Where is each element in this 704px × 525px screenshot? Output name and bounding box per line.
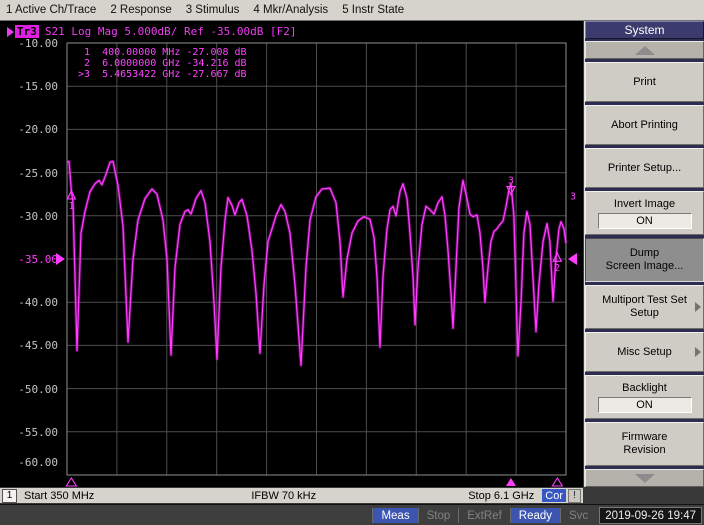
datetime-display: 2019-09-26 19:47 xyxy=(599,507,702,524)
marker-3-label: 3 xyxy=(508,176,514,187)
ref-level-right-arrow-icon xyxy=(568,253,577,265)
y-axis-tick-label: -50.00 xyxy=(10,383,58,396)
softkey-dump-screen-image[interactable]: DumpScreen Image... xyxy=(585,238,704,282)
y-axis-tick-label: -45.00 xyxy=(10,339,58,352)
menu-item-1-active-ch-trace[interactable]: 1 Active Ch/Trace xyxy=(6,4,96,16)
status-stop: Stop xyxy=(418,508,459,523)
softkey-sidebar: System Print Abort Printing Printer Setup.… xyxy=(584,21,704,487)
y-axis-tick-label: -35.00 xyxy=(10,253,58,266)
channel-status-bar: 1 Start 350 MHz IFBW 70 kHz Stop 6.1 GHz… xyxy=(0,488,583,503)
y-axis-tick-label: -20.00 xyxy=(10,123,58,136)
softkey-label: Misc Setup xyxy=(617,346,671,359)
y-axis-tick-label: -25.00 xyxy=(10,167,58,180)
status-extref: ExtRef xyxy=(458,508,510,523)
marker-1-stimulus-icon xyxy=(66,478,76,486)
softkey-toggle-state: ON xyxy=(598,397,692,413)
vna-screen: 1 Active Ch/Trace 2 Response 3 Stimulus 4 M… xyxy=(0,0,704,525)
marker-readout-table: 1 400.00000 MHz -27.008 dB 2 6.0000000 G… xyxy=(78,47,247,80)
status-meas: Meas xyxy=(372,508,417,523)
marker-2-stimulus-icon xyxy=(552,478,562,486)
softkey-label: Multiport Test Set xyxy=(602,294,687,307)
correction-status-badge: Cor xyxy=(542,489,566,502)
marker-readout-row: >3 5.4653422 GHz -27.667 dB xyxy=(78,69,247,80)
menu-item-4-mkr-analysis[interactable]: 4 Mkr/Analysis xyxy=(253,4,328,16)
menu-item-5-instr-state[interactable]: 5 Instr State xyxy=(342,4,404,16)
softkey-invert-image[interactable]: Invert Image ON xyxy=(585,191,704,235)
softkey-label: Printer Setup... xyxy=(608,162,681,175)
menu-item-3-stimulus[interactable]: 3 Stimulus xyxy=(186,4,240,16)
softkey-multiport-test-set-setup[interactable]: Multiport Test SetSetup xyxy=(585,285,704,329)
marker-3-level-indicator: 3 xyxy=(570,192,576,203)
y-axis-tick-label: -55.00 xyxy=(10,426,58,439)
y-axis-tick-label: -60.00 xyxy=(10,456,58,469)
lcd-display: 1233 Tr3 S21 Log Mag 5.000dB/ Ref -35.00… xyxy=(0,21,583,487)
softkey-misc-setup[interactable]: Misc Setup xyxy=(585,332,704,372)
marker-readout-row: 1 400.00000 MHz -27.008 dB xyxy=(78,47,247,58)
status-ready: Ready xyxy=(510,508,560,523)
softkey-label: Abort Printing xyxy=(611,119,678,132)
softkey-scroll-up-button[interactable] xyxy=(585,41,704,59)
active-trace-arrow-icon xyxy=(7,27,14,37)
softkey-label: Print xyxy=(633,76,656,89)
plot-svg: 1 2 3 3 xyxy=(0,21,583,487)
submenu-arrow-icon xyxy=(695,302,701,312)
stop-frequency-label: Stop 6.1 GHz xyxy=(468,490,534,502)
softkey-backlight[interactable]: Backlight ON xyxy=(585,375,704,419)
up-arrow-icon xyxy=(635,46,655,55)
softkey-scroll-down-button[interactable] xyxy=(585,469,704,487)
softkey-label: Screen Image... xyxy=(606,260,684,273)
down-arrow-icon xyxy=(635,474,655,483)
softkey-label: Backlight xyxy=(622,382,667,395)
top-menu-bar: 1 Active Ch/Trace 2 Response 3 Stimulus 4 M… xyxy=(0,0,704,21)
ifbw-label: IFBW 70 kHz xyxy=(251,490,316,502)
y-axis-tick-label: -15.00 xyxy=(10,80,58,93)
trace-descriptor: S21 Log Mag 5.000dB/ Ref -35.00dB [F2] xyxy=(45,25,297,38)
softkey-list: Print Abort Printing Printer Setup... Inver… xyxy=(585,62,704,469)
softkey-label: Invert Image xyxy=(614,198,675,211)
marker-3-stimulus-icon xyxy=(506,478,516,486)
softkey-abort-printing[interactable]: Abort Printing xyxy=(585,105,704,145)
menu-item-2-response[interactable]: 2 Response xyxy=(110,4,171,16)
instrument-status-bar: MeasStopExtRefReadySvc2019-09-26 19:47 xyxy=(0,504,704,525)
softkey-label: Revision xyxy=(623,444,665,457)
y-axis-tick-label: -40.00 xyxy=(10,296,58,309)
softkey-print[interactable]: Print xyxy=(585,62,704,102)
softkey-printer-setup[interactable]: Printer Setup... xyxy=(585,148,704,188)
status-svc: Svc xyxy=(560,508,596,523)
y-axis-tick-label: -10.00 xyxy=(10,37,58,50)
marker-2-label: 2 xyxy=(554,263,560,274)
softkey-menu-title: System xyxy=(585,21,704,39)
softkey-label: Setup xyxy=(630,307,659,320)
start-frequency-label: Start 350 MHz xyxy=(24,490,94,502)
submenu-arrow-icon xyxy=(695,347,701,357)
marker-readout-row: 2 6.0000000 GHz -34.216 dB xyxy=(78,58,247,69)
error-indicator: ! xyxy=(568,489,581,503)
softkey-label: Dump xyxy=(630,247,659,260)
softkey-firmware-revision[interactable]: FirmwareRevision xyxy=(585,422,704,466)
softkey-label: Firmware xyxy=(622,431,668,444)
channel-number-badge: 1 xyxy=(2,489,17,503)
softkey-toggle-state: ON xyxy=(598,213,692,229)
y-axis-tick-label: -30.00 xyxy=(10,210,58,223)
marker-1-label: 1 xyxy=(68,201,74,212)
